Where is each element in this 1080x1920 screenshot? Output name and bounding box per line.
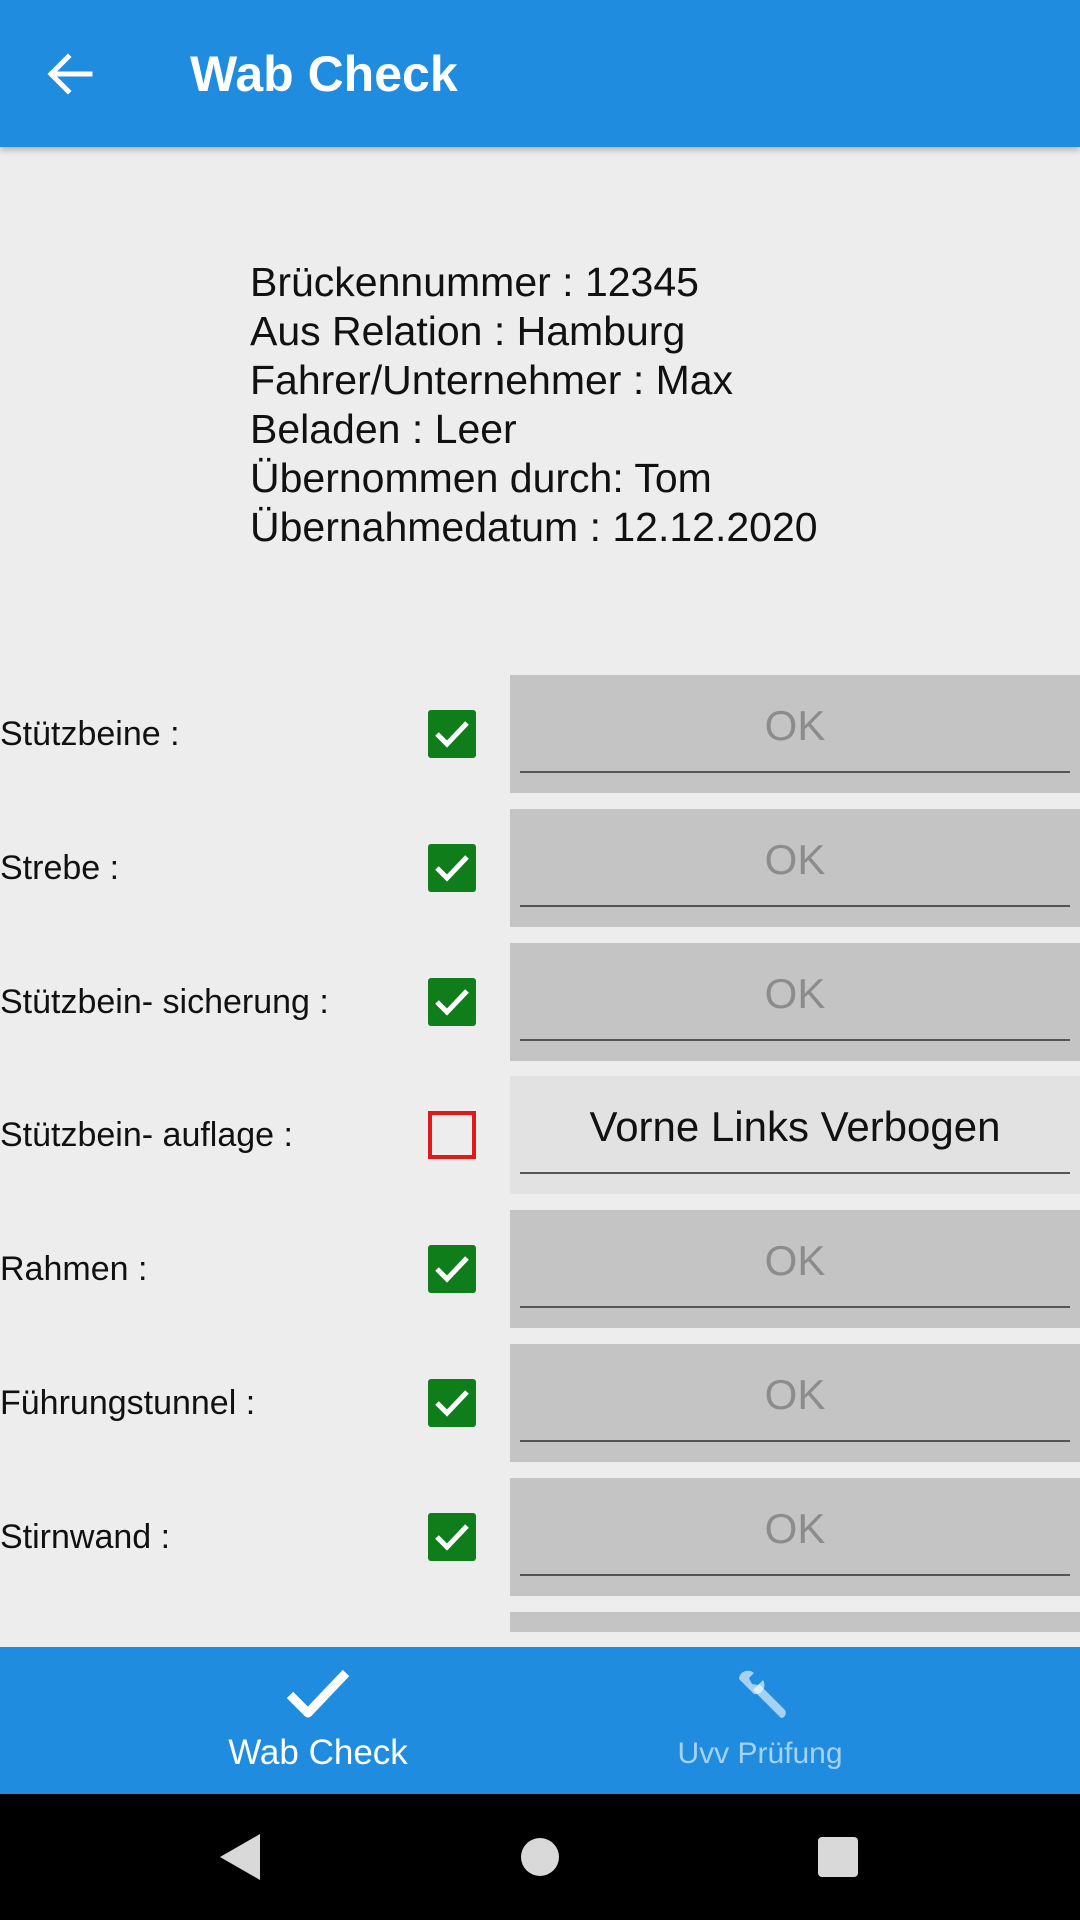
checklist-label: Rahmen : [0, 1250, 148, 1288]
checklist-label: Stützbeine : [0, 715, 180, 753]
remark-input-value: OK [764, 1505, 826, 1552]
checklist-label: Strebe : [0, 849, 120, 887]
checklist-row: Stirnwand : OK [0, 1478, 1080, 1596]
remark-input-value: OK [764, 702, 826, 749]
back-button[interactable] [38, 44, 102, 104]
remark-input[interactable]: OK [510, 675, 1080, 793]
checklist-row: Stützbeine : OK [0, 675, 1080, 793]
remark-input-value: OK [764, 836, 826, 883]
checklist-row: Stützbein- sicherung : OK [0, 943, 1080, 1061]
wrench-icon [739, 1670, 786, 1718]
remark-input[interactable]: OK [510, 809, 1080, 927]
input-underline [520, 1440, 1070, 1442]
remark-input-value: OK [764, 1371, 826, 1418]
remark-input[interactable]: OK [510, 943, 1080, 1061]
check-icon [435, 1256, 469, 1283]
check-icon [435, 721, 469, 748]
check-icon [435, 855, 469, 882]
checkbox-checked[interactable] [428, 1513, 476, 1561]
tab-label: Wab Check [228, 1733, 408, 1772]
checklist-label: Stützbein- auflage : [0, 1116, 293, 1154]
nav-home-button[interactable] [510, 1827, 570, 1887]
input-underline [520, 905, 1070, 907]
remark-input-partial[interactable] [510, 1612, 1080, 1632]
arrow-left-icon [47, 53, 93, 95]
checkbox-checked[interactable] [428, 844, 476, 892]
nav-recents-button[interactable] [808, 1827, 868, 1887]
check-icon [435, 1524, 469, 1551]
checklist-label: Stirnwand : [0, 1518, 171, 1556]
checklist-row: Führungstunnel : OK [0, 1344, 1080, 1462]
check-icon [286, 1669, 350, 1718]
remark-input-value: OK [764, 1237, 826, 1284]
info-taken-over-by: Übernommen durch: Tom [250, 455, 712, 501]
info-takeover-date: Übernahmedatum : 12.12.2020 [250, 504, 818, 550]
nav-back-button[interactable] [210, 1827, 270, 1887]
input-underline [520, 1306, 1070, 1308]
tab-uvv-pruefung[interactable]: Uvv Prüfung [610, 1647, 910, 1794]
tab-label: Uvv Prüfung [677, 1737, 843, 1770]
info-origin: Aus Relation : Hamburg [250, 308, 686, 354]
input-underline [520, 1574, 1070, 1576]
square-recents-icon [818, 1837, 858, 1877]
check-icon [435, 1390, 469, 1417]
input-underline [520, 1172, 1070, 1174]
check-icon [435, 989, 469, 1016]
remark-input-value: OK [764, 970, 826, 1017]
page-title: Wab Check [190, 46, 458, 102]
info-loaded: Beladen : Leer [250, 406, 517, 452]
system-navigation-bar [0, 1794, 1080, 1920]
tab-wab-check[interactable]: Wab Check [168, 1647, 468, 1794]
remark-input-value: Vorne Links Verbogen [589, 1103, 1001, 1150]
checkbox-unchecked[interactable] [428, 1111, 476, 1159]
info-driver: Fahrer/Unternehmer : Max [250, 357, 734, 403]
bottom-navigation: Wab Check Uvv Prüfung [0, 1647, 1080, 1794]
input-underline [520, 771, 1070, 773]
remark-input[interactable]: Vorne Links Verbogen [510, 1076, 1080, 1194]
checkbox-checked[interactable] [428, 1379, 476, 1427]
transfer-info: Brückennummer : 12345 Aus Relation : Ham… [250, 258, 818, 552]
triangle-back-icon [220, 1834, 260, 1880]
remark-input[interactable]: OK [510, 1478, 1080, 1596]
remark-input[interactable]: OK [510, 1344, 1080, 1462]
checklist-row: Rahmen : OK [0, 1210, 1080, 1328]
remark-input[interactable]: OK [510, 1210, 1080, 1328]
checkbox-checked[interactable] [428, 710, 476, 758]
checkbox-checked[interactable] [428, 978, 476, 1026]
circle-home-icon [521, 1838, 559, 1876]
app-bar: Wab Check [0, 0, 1080, 147]
input-underline [520, 1039, 1070, 1041]
info-bridge-number: Brückennummer : 12345 [250, 259, 699, 305]
checkbox-checked[interactable] [428, 1245, 476, 1293]
checklist-label: Stützbein- sicherung : [0, 983, 329, 1021]
checklist-label: Führungstunnel : [0, 1384, 256, 1422]
checklist-row: Stützbein- auflage : Vorne Links Verboge… [0, 1076, 1080, 1194]
checklist-row: Strebe : OK [0, 809, 1080, 927]
